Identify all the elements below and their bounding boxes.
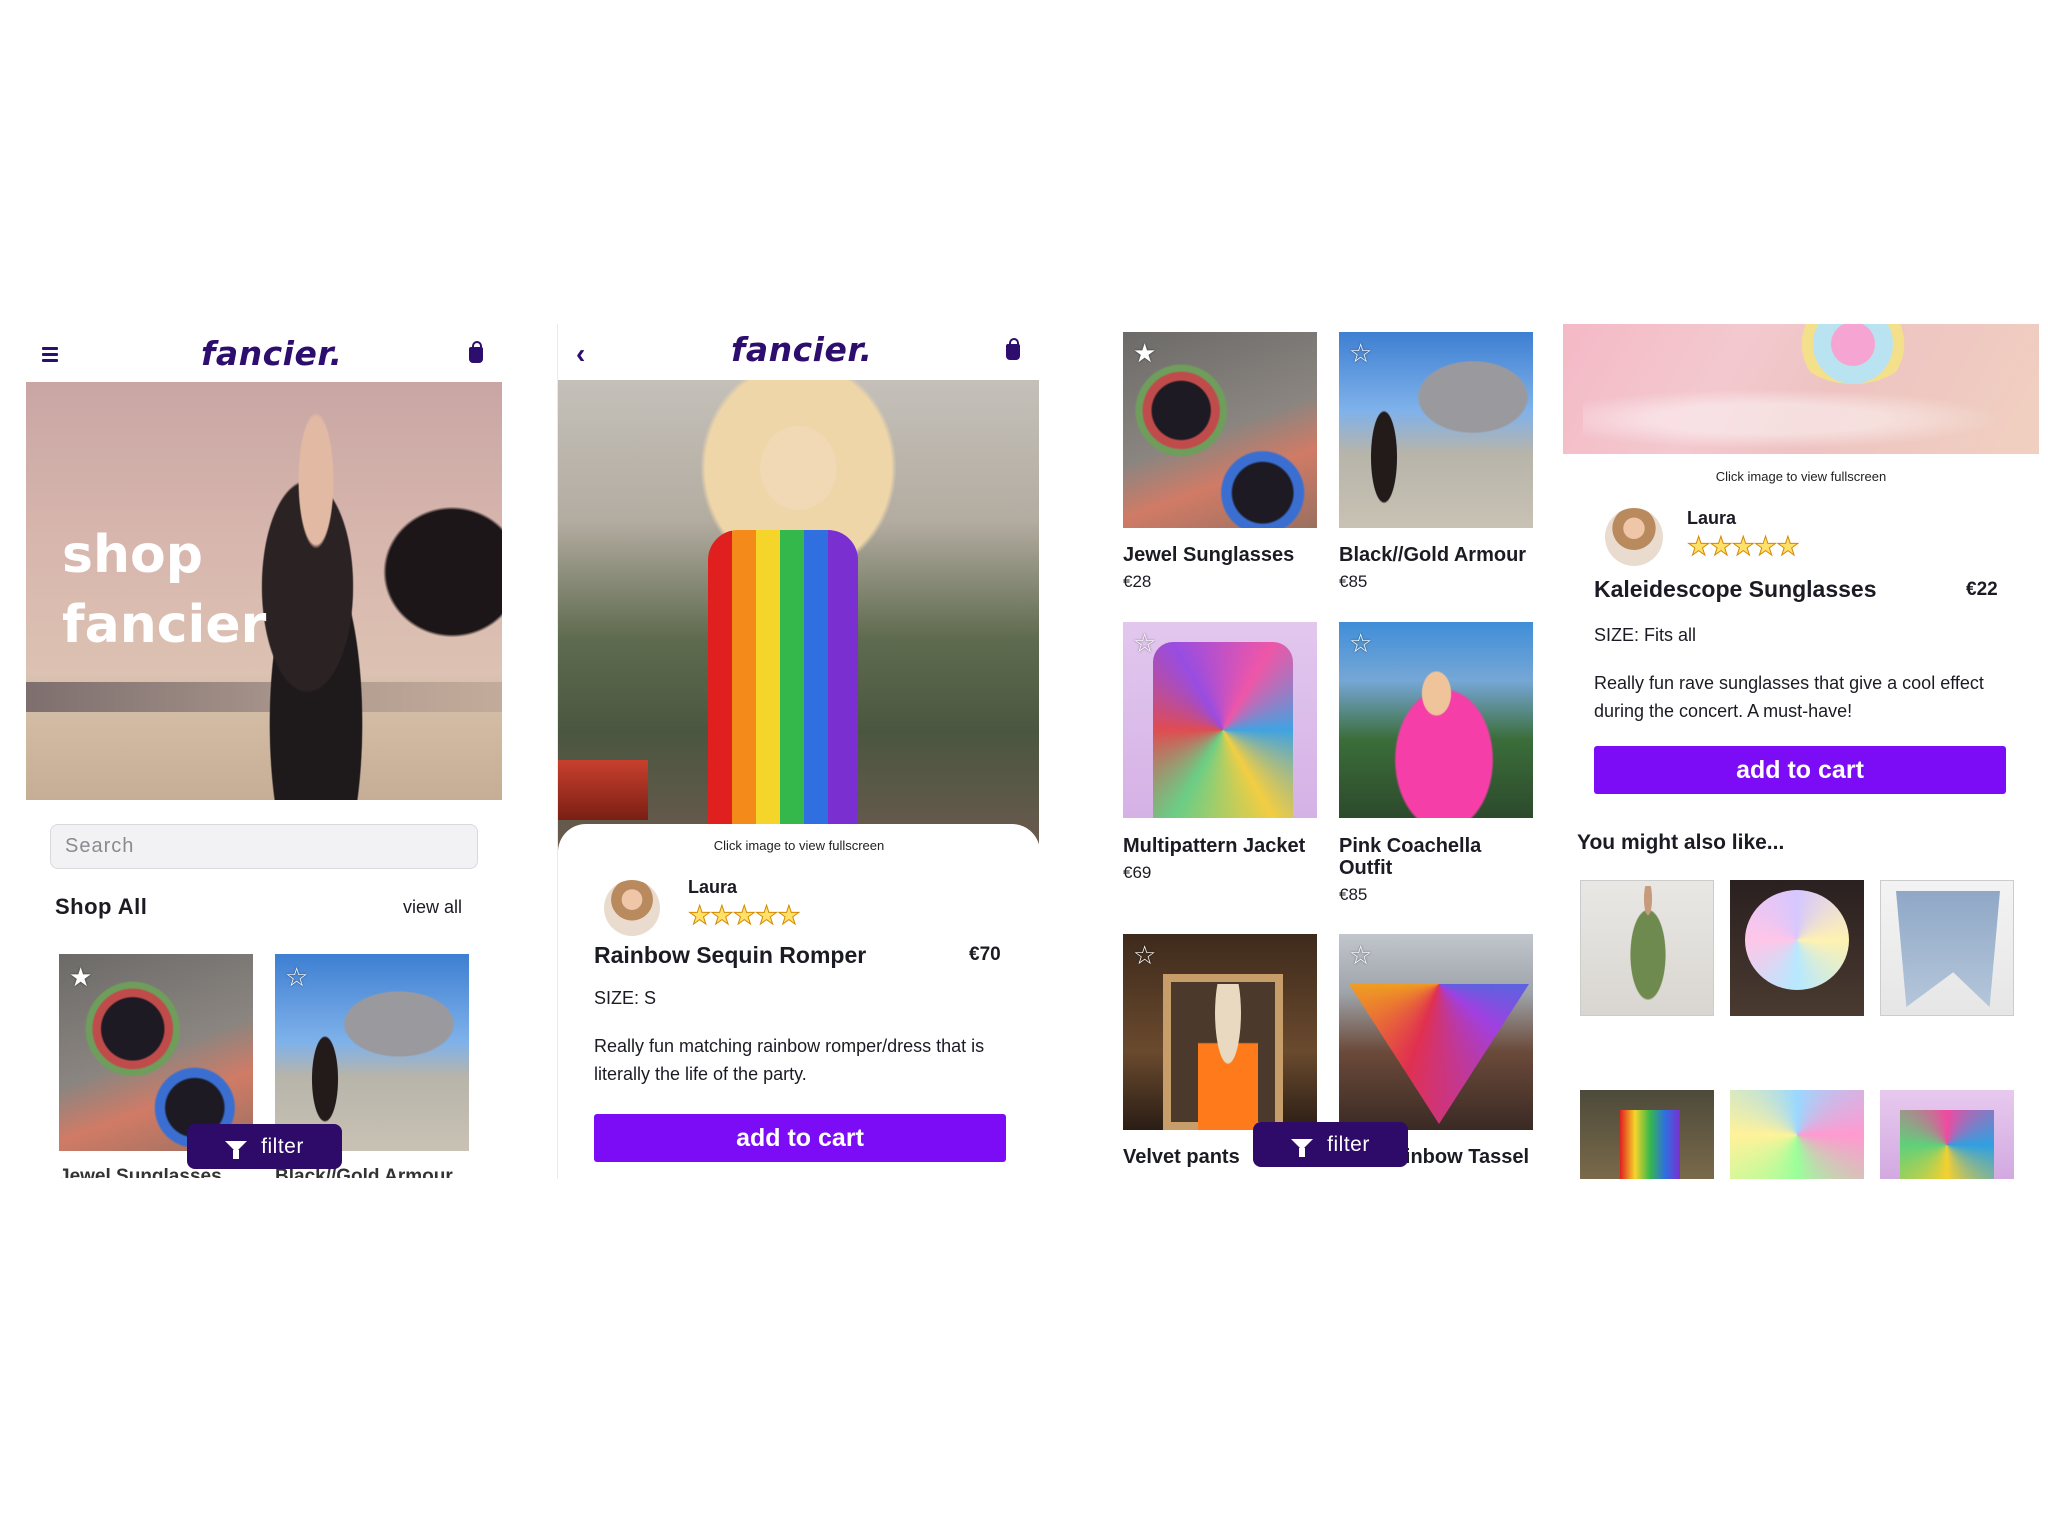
- detail-sheet: Click image to view fullscreen Laura ★★★…: [558, 824, 1039, 1179]
- favorite-star-icon[interactable]: ☆: [285, 964, 308, 990]
- product-size: SIZE: Fits all: [1594, 625, 1697, 645]
- hero-title-line2: fancier: [62, 595, 267, 655]
- recommendations-title: You might also like...: [1577, 831, 1785, 854]
- product-price: €85: [1339, 572, 1368, 591]
- product-title: Kaleidescope Sunglasses: [1594, 576, 1877, 602]
- product-image[interactable]: [558, 380, 1039, 850]
- product-image[interactable]: [1563, 324, 2039, 454]
- fullscreen-hint: Click image to view fullscreen: [713, 838, 885, 853]
- product-card[interactable]: ☆: [1339, 934, 1533, 1130]
- fullscreen-hint: Click image to view fullscreen: [1715, 469, 1887, 484]
- product-card[interactable]: ☆: [1339, 332, 1533, 528]
- search-placeholder: Search: [65, 835, 135, 857]
- back-chevron-icon[interactable]: ‹: [576, 338, 585, 370]
- product-card[interactable]: ☆: [1123, 622, 1317, 818]
- product-card[interactable]: ☆: [1123, 934, 1317, 1130]
- favorite-star-icon[interactable]: ☆: [1349, 942, 1372, 968]
- product-name: Velvet pants: [1123, 1146, 1240, 1168]
- product-price: €22: [1966, 579, 1998, 600]
- product-card[interactable]: ☆: [1339, 622, 1533, 818]
- view-all-link[interactable]: view all: [403, 897, 462, 918]
- product-grid-screen: ★ ☆ Jewel Sunglasses €28 Black//Gold Arm…: [1085, 324, 1561, 1179]
- product-card[interactable]: ★: [1123, 332, 1317, 528]
- favorite-star-icon[interactable]: ☆: [1349, 630, 1372, 656]
- recommendation-item[interactable]: [1730, 1090, 1864, 1179]
- product-name: Multipattern Jacket: [1123, 835, 1306, 857]
- product-card-jewel-sunglasses[interactable]: ★: [59, 954, 253, 1151]
- seller-name[interactable]: Laura: [688, 877, 737, 898]
- product-description: Really fun rave sunglasses that give a c…: [1594, 673, 1984, 721]
- filter-button[interactable]: filter: [1253, 1122, 1408, 1167]
- rating-stars: ★★★★★: [1687, 531, 1801, 562]
- product-name: Jewel Sunglasses: [1123, 544, 1295, 566]
- brand-logo: fancier.: [201, 334, 343, 373]
- favorite-star-icon[interactable]: ★: [69, 964, 92, 990]
- favorite-star-icon[interactable]: ☆: [1349, 340, 1372, 366]
- section-title: Shop All: [55, 894, 148, 919]
- product-price: €70: [969, 944, 1001, 965]
- avatar[interactable]: [1605, 508, 1663, 566]
- add-to-cart-button[interactable]: add to cart: [594, 1114, 1006, 1162]
- recommendation-item[interactable]: [1880, 1090, 2014, 1179]
- filter-label: filter: [1327, 1132, 1370, 1156]
- search-input[interactable]: Search: [50, 824, 478, 869]
- home-screen: fancier. shop fancier Search Shop All vi…: [26, 324, 502, 1179]
- add-to-cart-button[interactable]: add to cart: [1594, 746, 2006, 794]
- seller-name[interactable]: Laura: [1687, 508, 1736, 529]
- product-description: Really fun matching rainbow romper/dress…: [594, 1036, 985, 1084]
- bag-icon[interactable]: [1006, 338, 1020, 360]
- recommendation-item[interactable]: [1730, 880, 1864, 1016]
- favorite-star-icon[interactable]: ★: [1133, 340, 1156, 366]
- product-size: SIZE: S: [594, 988, 657, 1008]
- favorite-star-icon[interactable]: ☆: [1133, 942, 1156, 968]
- rating-stars: ★★★★★: [688, 900, 802, 931]
- filter-icon: [1291, 1139, 1314, 1157]
- bag-icon[interactable]: [469, 341, 483, 363]
- product-card-black-gold-armour[interactable]: ☆: [275, 954, 469, 1151]
- product-name: Black//Gold Armour: [1339, 544, 1527, 566]
- hero-title-line1: shop: [62, 525, 203, 585]
- menu-icon[interactable]: [42, 347, 58, 365]
- filter-button[interactable]: filter: [187, 1124, 342, 1169]
- recommendation-item[interactable]: [1580, 880, 1714, 1016]
- favorite-star-icon[interactable]: ☆: [1133, 630, 1156, 656]
- recommendation-item[interactable]: [1880, 880, 2014, 1016]
- product-detail-screen: ‹ fancier. Click image to view fullscree…: [557, 324, 1039, 1179]
- filter-label: filter: [261, 1134, 304, 1158]
- product-detail-screen-2: Click image to view fullscreen Laura ★★★…: [1563, 324, 2039, 1179]
- avatar[interactable]: [604, 880, 660, 936]
- hero-image[interactable]: shop fancier: [26, 382, 502, 800]
- filter-icon: [225, 1141, 248, 1159]
- product-name: Pink Coachella Outfit: [1339, 835, 1482, 879]
- brand-logo: fancier.: [731, 330, 873, 369]
- recommendation-item[interactable]: [1580, 1090, 1714, 1179]
- product-title: Rainbow Sequin Romper: [594, 942, 867, 968]
- product-price: €28: [1123, 572, 1152, 591]
- product-price: €85: [1339, 885, 1368, 904]
- product-price: €69: [1123, 863, 1152, 882]
